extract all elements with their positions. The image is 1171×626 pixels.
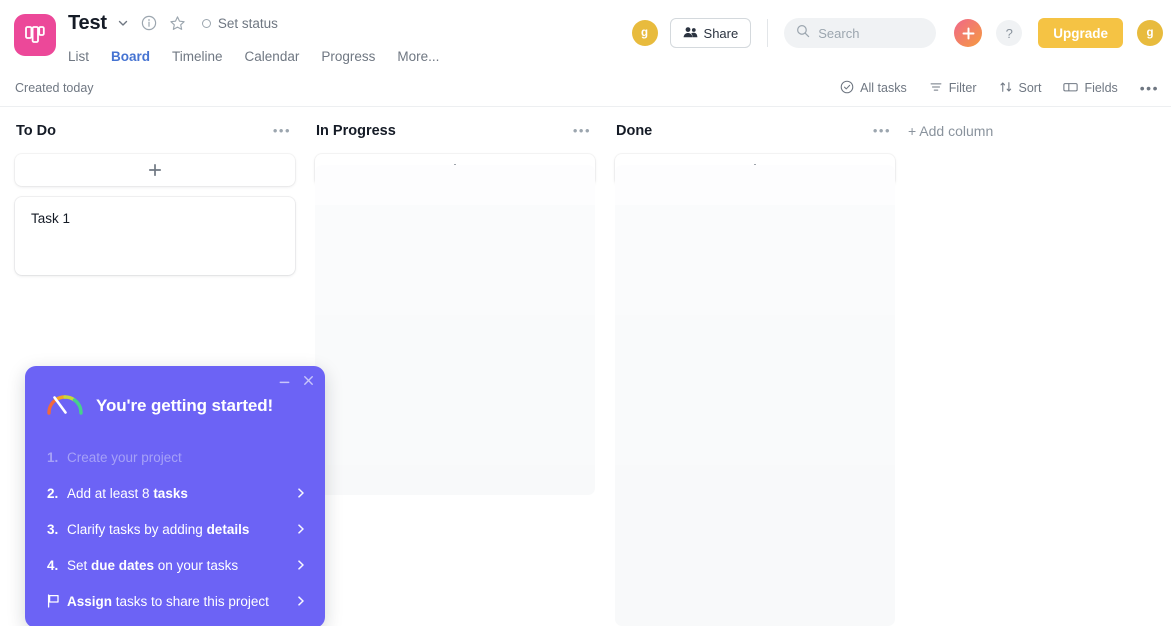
fields-label: Fields [1084, 81, 1118, 95]
item-label: Assign tasks to share this project [67, 593, 269, 609]
column-menu-button[interactable]: ••• [873, 124, 891, 137]
add-task-button[interactable] [15, 154, 295, 186]
upgrade-button[interactable]: Upgrade [1038, 18, 1123, 48]
all-tasks-button[interactable]: All tasks [840, 80, 907, 97]
sort-icon [999, 80, 1013, 97]
onboarding-item-add-tasks[interactable]: 2. Add at least 8 tasks [25, 475, 325, 511]
task-card[interactable]: Task 1 [15, 197, 295, 275]
column-header: In Progress ••• [315, 108, 595, 154]
column-menu-button[interactable]: ••• [273, 124, 291, 137]
column-header: Done ••• [615, 108, 895, 154]
onboarding-item-assign-tasks[interactable]: Assign tasks to share this project [25, 583, 325, 619]
empty-column-placeholder [615, 165, 895, 626]
tab-timeline[interactable]: Timeline [172, 49, 223, 72]
set-status-label: Set status [217, 15, 278, 31]
share-button[interactable]: Share [669, 18, 752, 48]
app-root: Test Set status List Board Timeline Cale… [0, 0, 1171, 626]
flag-icon [47, 594, 67, 608]
onboarding-item-create-project[interactable]: 1. Create your project [25, 439, 325, 475]
top-header: Test Set status List Board Timeline Cale… [0, 0, 1171, 72]
item-number: 2. [47, 485, 59, 501]
search-input[interactable] [818, 25, 925, 41]
tab-progress[interactable]: Progress [321, 49, 375, 72]
onboarding-checklist: 1. Create your project 2. Add at least 8… [25, 439, 325, 619]
task-card-title: Task 1 [31, 211, 71, 226]
tab-list[interactable]: List [68, 49, 89, 72]
item-number: 3. [47, 521, 59, 537]
tab-calendar[interactable]: Calendar [245, 49, 300, 72]
filter-label: Filter [948, 81, 977, 95]
check-circle-icon [840, 80, 854, 97]
info-circle-icon[interactable] [141, 15, 157, 31]
chevron-right-icon[interactable] [295, 595, 307, 607]
column-title: In Progress [316, 123, 396, 139]
item-number: 4. [47, 557, 59, 573]
column-header: To Do ••• [15, 108, 295, 154]
filter-button[interactable]: Filter [929, 80, 977, 97]
chevron-down-icon[interactable] [117, 17, 129, 29]
chevron-right-icon[interactable] [295, 559, 307, 571]
empty-column-placeholder [315, 165, 595, 495]
column-title: Done [616, 123, 653, 139]
onboarding-item-due-dates[interactable]: 4. Set due dates on your tasks [25, 547, 325, 583]
onboarding-item-clarify-tasks[interactable]: 3. Clarify tasks by adding details [25, 511, 325, 547]
status-dot-icon [201, 18, 211, 28]
more-horizontal-icon: ••• [1139, 80, 1159, 96]
avatar-member[interactable]: g [631, 20, 658, 46]
board-column-todo: To Do ••• Task 1 [15, 108, 295, 275]
tab-board[interactable]: Board [109, 49, 153, 72]
page-title: Test [68, 12, 107, 34]
item-label: Set due dates on your tasks [67, 557, 239, 573]
created-today-label: Created today [15, 81, 94, 95]
help-button[interactable]: ? [996, 20, 1023, 46]
item-label: Create your project [67, 449, 182, 465]
search-icon [796, 24, 810, 43]
project-header-block: Test Set status List Board Timeline Cale… [68, 8, 439, 72]
share-label: Share [703, 25, 739, 41]
project-title-row: Test Set status [68, 8, 439, 38]
board-column-in-progress: In Progress ••• [315, 108, 595, 495]
header-divider [767, 19, 769, 47]
item-number: 1. [47, 449, 59, 465]
header-actions: g Share ? Upgrade g [631, 18, 1163, 48]
create-button[interactable] [954, 19, 983, 47]
sort-button[interactable]: Sort [999, 80, 1042, 97]
close-icon[interactable] [300, 372, 316, 388]
fields-button[interactable]: Fields [1063, 80, 1118, 97]
chevron-right-icon[interactable] [295, 523, 307, 535]
onboarding-title: You're getting started! [96, 395, 274, 415]
sort-label: Sort [1018, 81, 1042, 95]
minimize-icon[interactable] [276, 372, 292, 388]
people-icon [683, 26, 698, 41]
chevron-right-icon[interactable] [295, 487, 307, 499]
set-status-button[interactable]: Set status [201, 15, 278, 31]
all-tasks-label: All tasks [860, 81, 907, 95]
add-column-button[interactable]: + Add column [908, 108, 993, 154]
view-tabs: List Board Timeline Calendar Progress Mo… [68, 44, 439, 72]
toolbar-actions: All tasks Filter Sort Fields ••• [840, 80, 1159, 97]
fields-icon [1063, 80, 1079, 97]
avatar-current-user[interactable]: g [1137, 20, 1163, 46]
onboarding-panel: You're getting started! 1. Create your p… [25, 366, 325, 626]
item-label: Clarify tasks by adding details [67, 521, 250, 537]
column-title: To Do [16, 123, 56, 139]
star-outline-icon[interactable] [169, 15, 186, 32]
onboarding-window-controls [276, 372, 316, 388]
search-input-wrapper[interactable] [784, 18, 937, 48]
item-label: Add at least 8 tasks [67, 485, 188, 501]
board-toolbar: Created today All tasks Filter Sort Fiel… [0, 70, 1171, 107]
board-logo-icon[interactable] [14, 14, 56, 56]
tab-more[interactable]: More... [397, 49, 439, 72]
toolbar-overflow-button[interactable]: ••• [1139, 80, 1159, 96]
gauge-icon [46, 390, 84, 421]
column-menu-button[interactable]: ••• [573, 124, 591, 137]
filter-icon [929, 80, 943, 97]
board-column-done: Done ••• [615, 108, 895, 626]
